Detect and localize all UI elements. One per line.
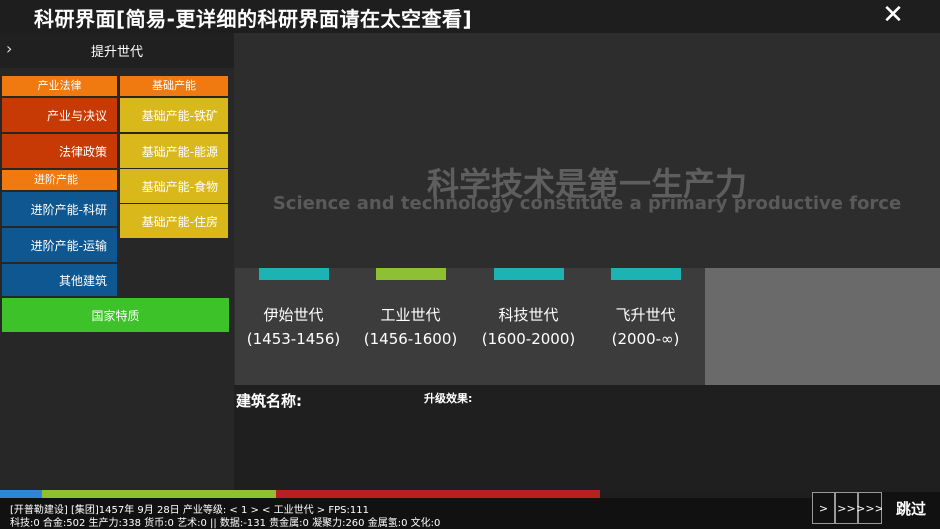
era-range: (1600-2000) — [481, 330, 576, 348]
progress-segment-green — [42, 490, 276, 498]
category-basic-production: 基础产能 — [120, 76, 228, 96]
era-name: 工业世代 — [380, 306, 441, 324]
category-industry-law: 产业法律 — [2, 76, 117, 96]
category-advanced-production: 进阶产能 — [2, 170, 117, 190]
advanced-research-button[interactable]: 进阶产能-科研 — [2, 192, 117, 226]
speed-2-button[interactable]: >> — [835, 492, 858, 524]
basic-food-button[interactable]: 基础产能-食物 — [120, 169, 228, 203]
window-title: 科研界面[简易-更详细的科研界面请在太空查看] — [34, 7, 473, 31]
era-card[interactable]: 科技世代 (1600-2000) — [470, 268, 587, 385]
era-name: 科技世代 — [498, 306, 559, 324]
era-name: 伊始世代 — [263, 306, 324, 324]
national-traits-button[interactable]: 国家特质 — [2, 298, 229, 332]
era-color-bar — [611, 268, 681, 280]
upgrade-effect-label: 升级效果: — [424, 392, 473, 405]
industry-resolution-button[interactable]: 产业与决议 — [2, 98, 117, 132]
era-color-bar — [259, 268, 329, 280]
upgrade-era-label: 提升世代 — [90, 45, 143, 60]
progress-segment-red — [276, 490, 600, 498]
advanced-transport-button[interactable]: 进阶产能-运输 — [2, 228, 117, 262]
upgrade-era-header[interactable]: › 提升世代 — [0, 33, 234, 68]
era-card[interactable]: 工业世代 (1456-1600) — [352, 268, 469, 385]
era-name: 飞升世代 — [615, 306, 676, 324]
status-bar: [开普勒建设] [集团]1457年 9月 28日 产业等级: < 1 > < 工… — [0, 498, 940, 529]
basic-iron-button[interactable]: 基础产能-铁矿 — [120, 98, 228, 132]
era-color-bar — [376, 268, 446, 280]
era-color-bar — [494, 268, 564, 280]
era-range: (2000-∞) — [611, 330, 680, 348]
speed-3-button[interactable]: >>> — [856, 492, 884, 524]
close-button[interactable]: ✕ — [878, 0, 908, 30]
title-bar: 科研界面[简易-更详细的科研界面请在太空查看] ✕ — [0, 0, 940, 33]
status-line-2: 科技:0 合金:502 生产力:338 货币:0 艺术:0 || 数据:-131… — [10, 518, 441, 529]
building-name-label: 建筑名称: — [236, 392, 302, 410]
era-card[interactable]: 伊始世代 (1453-1456) — [235, 268, 352, 385]
era-empty-slot — [705, 268, 940, 385]
slogan-english: Science and technology constitute a prim… — [272, 193, 902, 214]
era-range: (1453-1456) — [246, 330, 341, 348]
era-range: (1456-1600) — [363, 330, 458, 348]
progress-bar — [0, 490, 600, 498]
speed-1-button[interactable]: > — [812, 492, 835, 524]
close-icon: ✕ — [882, 0, 904, 30]
basic-energy-button[interactable]: 基础产能-能源 — [120, 134, 228, 168]
era-strip: 伊始世代 (1453-1456) 工业世代 (1456-1600) 科技世代 (… — [235, 268, 940, 385]
building-info-panel: 建筑名称: 升级效果: — [234, 385, 940, 490]
law-policy-button[interactable]: 法律政策 — [2, 134, 117, 168]
basic-housing-button[interactable]: 基础产能-住房 — [120, 204, 228, 238]
other-buildings-button[interactable]: 其他建筑 — [2, 264, 117, 296]
skip-button[interactable]: 跳过 — [882, 492, 940, 524]
progress-segment-blue — [0, 490, 42, 498]
era-card[interactable]: 飞升世代 (2000-∞) — [587, 268, 704, 385]
